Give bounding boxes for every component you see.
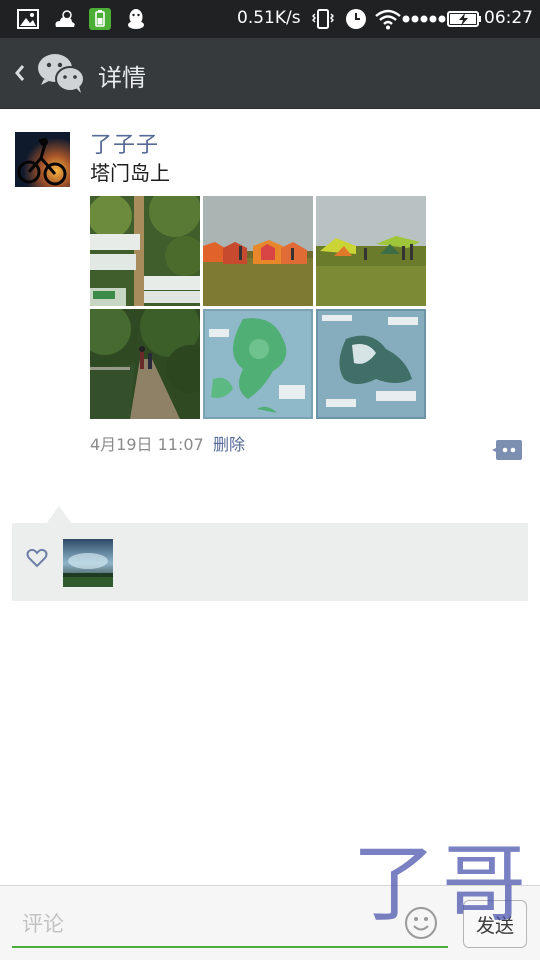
delete-link[interactable]: 删除 [213, 431, 245, 455]
moment-detail-screen: 0.51K/s 06:27 详情 了子子 塔门岛上 4月19日 11:07 删除… [0, 0, 540, 960]
clock: 06:27 [484, 8, 533, 28]
photo-map-board[interactable] [203, 309, 313, 419]
chevron-left-icon[interactable] [10, 58, 32, 88]
wechat-icon [38, 54, 85, 93]
emoji-icon[interactable] [404, 906, 438, 940]
likes-pointer [46, 506, 72, 524]
author-name[interactable]: 了子子 [90, 127, 159, 159]
photo-campsite[interactable] [316, 196, 426, 306]
page-title: 详情 [98, 64, 146, 92]
signal-icon [402, 15, 446, 23]
heart-icon [26, 548, 48, 568]
liker-avatar[interactable] [63, 539, 113, 587]
photo-forest-path[interactable] [90, 309, 200, 419]
vibrate-icon [312, 9, 334, 29]
likes-panel [12, 523, 528, 601]
author-avatar[interactable] [15, 132, 70, 187]
photo-tents[interactable] [203, 196, 313, 306]
app-header: 详情 [0, 38, 540, 109]
photo-map-board-2[interactable] [316, 309, 426, 419]
post-time: 4月19日 11:07 [90, 435, 204, 454]
weather-icon [55, 10, 75, 27]
photo-signpost[interactable] [90, 196, 200, 306]
photo-grid [90, 196, 426, 419]
network-speed: 0.51K/s [237, 8, 301, 28]
send-button[interactable]: 发送 [463, 900, 527, 948]
comment-input[interactable] [12, 902, 448, 948]
wifi-icon [375, 9, 401, 30]
comment-icon[interactable] [492, 438, 522, 462]
image-icon [17, 9, 39, 29]
alarm-icon [346, 9, 366, 29]
comment-bar: 发送 [0, 885, 540, 960]
qq-icon [128, 9, 144, 29]
battery-saver-icon [89, 8, 111, 30]
status-bar: 0.51K/s 06:27 [0, 0, 540, 38]
battery-icon [447, 11, 481, 27]
post-text: 塔门岛上 [90, 161, 170, 185]
